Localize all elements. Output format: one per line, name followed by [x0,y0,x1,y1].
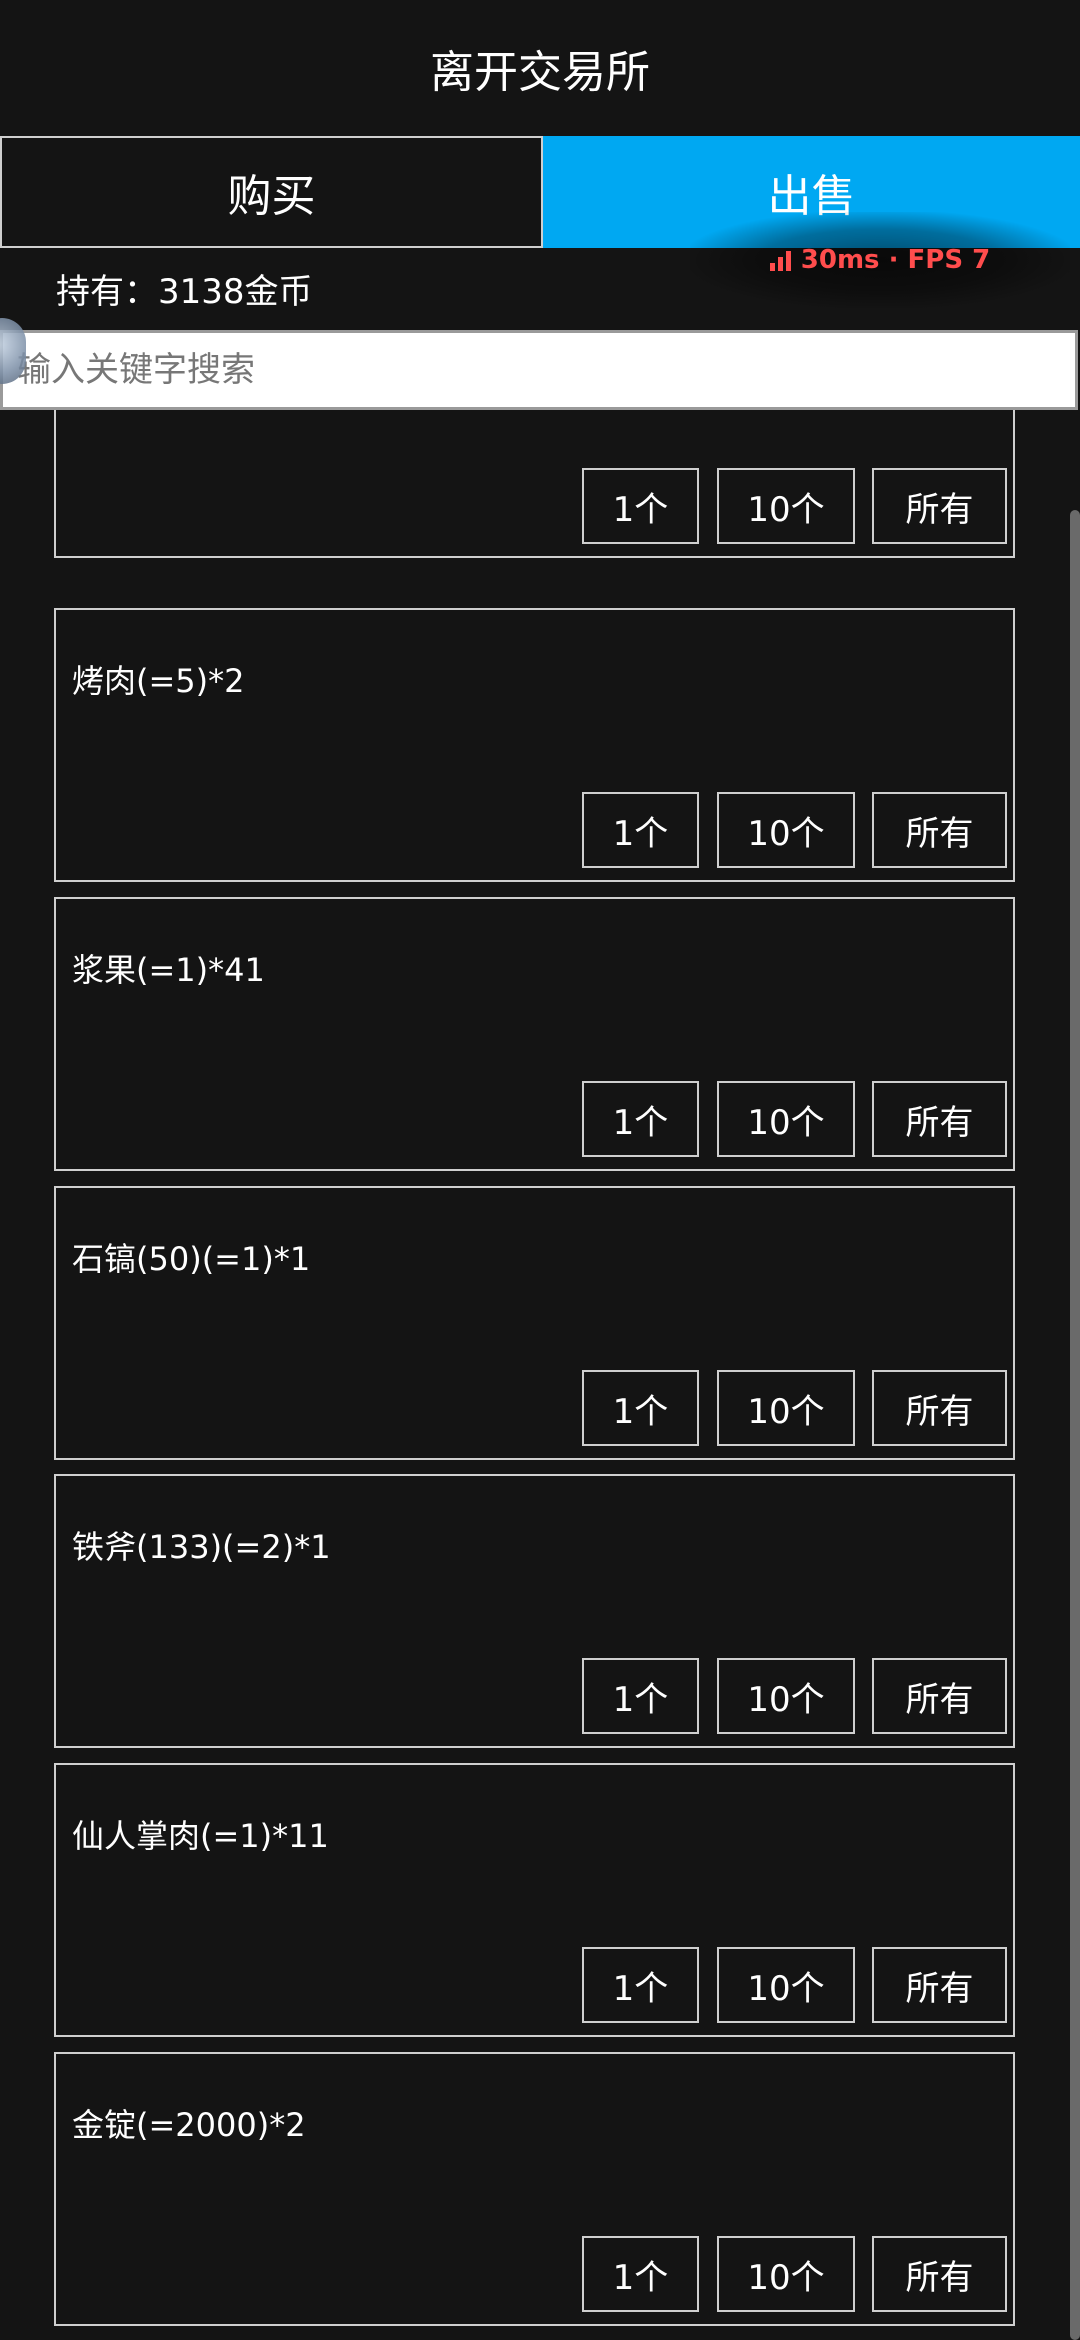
sell-ten-button[interactable]: 10个 [717,1947,855,2023]
list-item: 铁斧(133)(=2)*1 1个 10个 所有 [54,1474,1015,1748]
sell-all-button[interactable]: 所有 [872,1081,1007,1157]
sell-one-button[interactable]: 1个 [582,1081,699,1157]
item-name: 仙人掌肉(=1)*11 [72,1817,329,1855]
gold-holdings: 持有：3138金币 [56,271,313,312]
sell-ten-button[interactable]: 10个 [717,1658,855,1734]
search-field-container [0,330,1078,410]
item-list-viewport[interactable]: 1个 10个 所有 烤肉(=5)*2 1个 10个 所有 浆果(=1)*41 1… [0,410,1080,2340]
list-item: 烤肉(=5)*2 1个 10个 所有 [54,608,1015,882]
network-fps-overlay: 30ms · FPS 7 [690,212,1070,308]
item-name: 烤肉(=5)*2 [72,662,245,700]
list-item: 1个 10个 所有 [54,410,1015,558]
sell-ten-button[interactable]: 10个 [717,792,855,868]
sell-all-button[interactable]: 所有 [872,1658,1007,1734]
sell-one-button[interactable]: 1个 [582,2236,699,2312]
sell-all-button[interactable]: 所有 [872,792,1007,868]
search-input[interactable] [3,333,1075,407]
list-item: 金锭(=2000)*2 1个 10个 所有 [54,2052,1015,2326]
sell-all-button[interactable]: 所有 [872,1370,1007,1446]
item-name: 金锭(=2000)*2 [72,2106,306,2144]
sell-ten-button[interactable]: 10个 [717,1081,855,1157]
sell-one-button[interactable]: 1个 [582,792,699,868]
signal-icon [769,249,791,271]
tab-buy[interactable]: 购买 [0,136,543,248]
sell-one-button[interactable]: 1个 [582,468,699,544]
sell-one-button[interactable]: 1个 [582,1947,699,2023]
network-fps-text: 30ms · FPS 7 [800,245,991,275]
sell-ten-button[interactable]: 10个 [717,1370,855,1446]
list-item: 石镐(50)(=1)*1 1个 10个 所有 [54,1186,1015,1460]
sell-all-button[interactable]: 所有 [872,468,1007,544]
item-name: 铁斧(133)(=2)*1 [72,1528,331,1566]
list-item: 仙人掌肉(=1)*11 1个 10个 所有 [54,1763,1015,2037]
sell-one-button[interactable]: 1个 [582,1370,699,1446]
item-name: 浆果(=1)*41 [72,951,265,989]
sell-one-button[interactable]: 1个 [582,1658,699,1734]
sell-all-button[interactable]: 所有 [872,2236,1007,2312]
exit-exchange-title[interactable]: 离开交易所 [0,0,1080,136]
item-name: 石镐(50)(=1)*1 [72,1240,311,1278]
sell-all-button[interactable]: 所有 [872,1947,1007,2023]
sell-ten-button[interactable]: 10个 [717,468,855,544]
list-scrollbar-thumb[interactable] [1070,510,1080,2340]
list-item: 浆果(=1)*41 1个 10个 所有 [54,897,1015,1171]
sell-ten-button[interactable]: 10个 [717,2236,855,2312]
